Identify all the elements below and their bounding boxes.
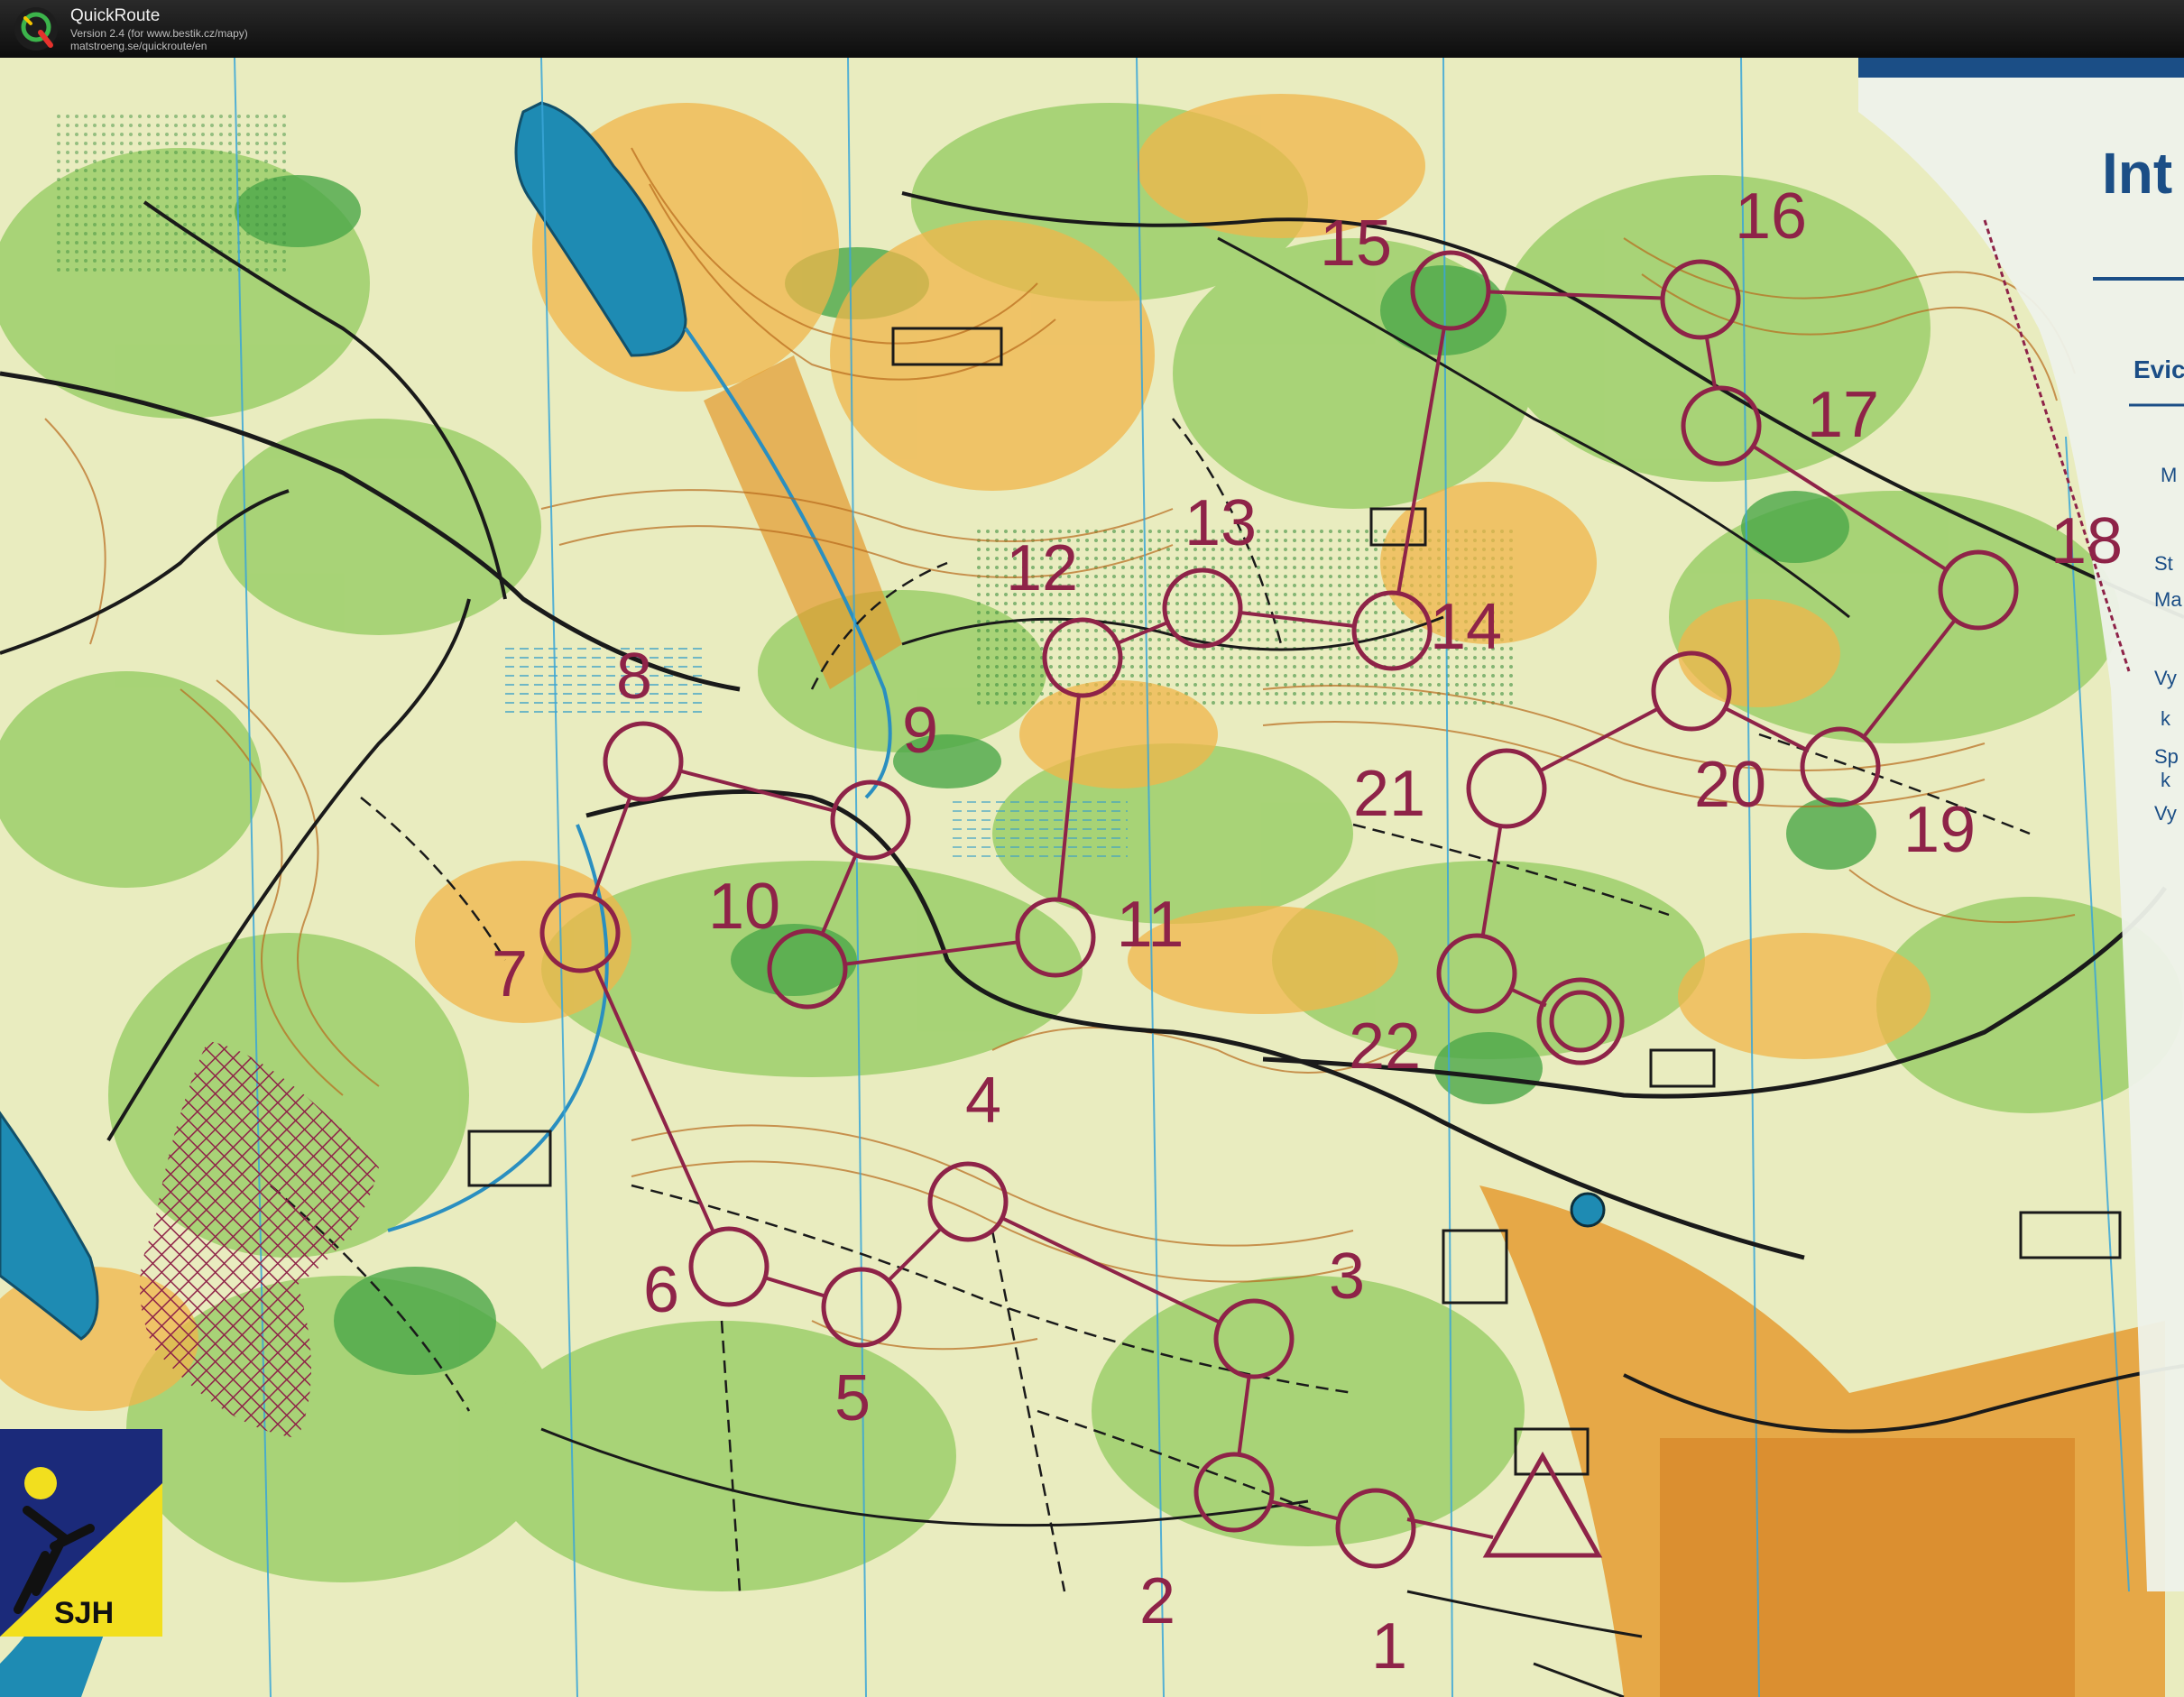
- legend-line-4: Vy: [2154, 667, 2177, 689]
- legend-line-7: k: [2161, 769, 2171, 791]
- control-number-19: 19: [1903, 794, 1976, 866]
- club-logo-text: SJH: [54, 1596, 114, 1630]
- legend-line-3: Ma: [2154, 588, 2182, 611]
- pond: [1570, 1192, 1606, 1228]
- control-number-13: 13: [1184, 487, 1257, 559]
- control-number-14: 14: [1430, 591, 1502, 663]
- control-number-22: 22: [1349, 1010, 1421, 1083]
- control-number-10: 10: [708, 871, 780, 943]
- app-title-bar: QuickRoute Version 2.4 (for www.bestik.c…: [0, 0, 2184, 58]
- legend-line-5: k: [2161, 707, 2171, 730]
- club-logo: SJH: [0, 1429, 162, 1637]
- control-number-12: 12: [1006, 532, 1078, 604]
- marsh: [947, 798, 1128, 861]
- legend-title-fragment: Int: [2102, 141, 2172, 206]
- control-number-15: 15: [1320, 208, 1392, 280]
- control-number-5: 5: [834, 1362, 871, 1434]
- map-viewport[interactable]: Int Evic M St Ma Vy k Sp k Vy SJH 1 2 3 4 5 6 7 8 9 10 11…: [0, 58, 2184, 1697]
- legend-line-6: Sp: [2154, 745, 2179, 768]
- control-number-3: 3: [1329, 1240, 1365, 1313]
- green-dot-area: [54, 112, 289, 274]
- app-version: Version 2.4 (for www.bestik.cz/mapy): [70, 27, 248, 40]
- app-name: QuickRoute: [70, 6, 161, 25]
- legend-header-bar: [1858, 58, 2184, 78]
- legend-heading-fragment: Evic: [2133, 355, 2184, 383]
- control-number-6: 6: [643, 1254, 679, 1326]
- control-number-17: 17: [1807, 379, 1879, 451]
- orienteering-map: Int Evic MStMaVykSpkVy SJH 12345678910 11…: [0, 58, 2184, 1697]
- control-number-20: 20: [1694, 749, 1766, 821]
- marsh: [505, 644, 704, 716]
- control-number-11: 11: [1117, 889, 1184, 961]
- control-number-7: 7: [492, 938, 528, 1010]
- control-number-18: 18: [2050, 505, 2123, 577]
- quickroute-logo-icon: [14, 7, 58, 51]
- legend-line-1: M: [2161, 464, 2177, 486]
- rough-open-land: [1660, 1438, 2075, 1697]
- control-number-8: 8: [616, 641, 652, 713]
- control-number-2: 2: [1139, 1565, 1175, 1637]
- app-url: matstroeng.se/quickroute/en: [70, 40, 207, 52]
- control-number-9: 9: [902, 695, 938, 767]
- control-number-4: 4: [965, 1065, 1001, 1137]
- legend-line-8: Vy: [2154, 802, 2177, 825]
- legend-line-2: St: [2154, 552, 2173, 575]
- control-number-1: 1: [1371, 1610, 1407, 1683]
- control-number-21: 21: [1353, 758, 1425, 830]
- control-number-16: 16: [1735, 180, 1807, 253]
